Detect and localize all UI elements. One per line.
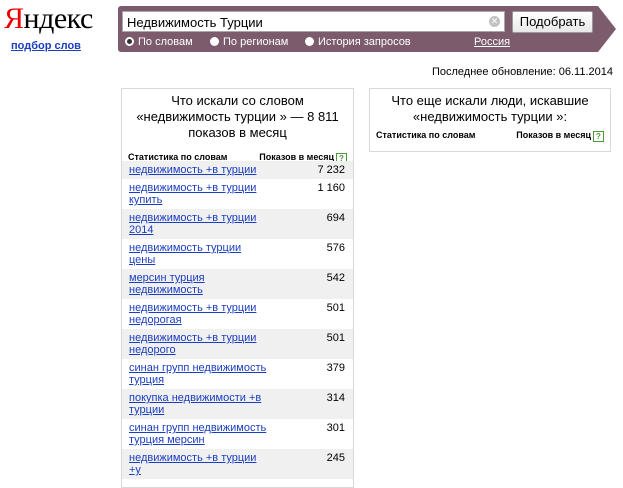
- search-bar-arrow: [598, 6, 616, 52]
- table-row: недвижимость +в турции 7 232: [122, 161, 353, 179]
- table-row: покупка недвижимости +в турции 314: [122, 389, 353, 419]
- searched-with-word-panel: Что искали со словом «недвижимость турци…: [121, 88, 354, 488]
- view-count: 314: [326, 392, 345, 404]
- view-count: 501: [326, 332, 345, 344]
- also-searched-panel: Что еще искали люди, искавшие «недвижимо…: [369, 88, 611, 152]
- table-row: недвижимость +в турции недорого 501: [122, 329, 353, 359]
- search-input[interactable]: [127, 13, 479, 31]
- panel-title: Что искали со словом «недвижимость турци…: [136, 93, 339, 140]
- keyword-link[interactable]: недвижимость +в турции недорого: [129, 332, 269, 356]
- view-count: 1 160: [317, 182, 345, 194]
- keyword-link[interactable]: недвижимость +в турции +у: [129, 452, 269, 476]
- column-header-stats: Статистика по словам: [376, 130, 476, 140]
- radio-label: По регионам: [223, 36, 289, 48]
- table-header: Статистика по словам Показов в месяц?: [370, 129, 610, 142]
- keyword-link[interactable]: мерсин турция недвижимость: [129, 272, 269, 296]
- clear-icon[interactable]: ✕: [489, 16, 500, 27]
- keyword-link[interactable]: недвижимость +в турции: [129, 164, 269, 176]
- radio-by-regions[interactable]: По регионам: [210, 36, 288, 49]
- view-count: 501: [326, 302, 345, 314]
- keyword-link[interactable]: недвижимость турции цены: [129, 242, 269, 266]
- view-count: 379: [326, 362, 345, 374]
- column-header-views-label: Показов в месяц: [516, 130, 591, 140]
- keyword-link[interactable]: синан групп недвижимость турция мерсин: [129, 422, 269, 446]
- panel-title: Что еще искали люди, искавшие «недвижимо…: [391, 93, 589, 124]
- logo-letter: Я: [4, 2, 24, 35]
- view-count: 245: [326, 452, 345, 464]
- help-icon[interactable]: ?: [593, 131, 604, 142]
- view-count: 542: [326, 272, 345, 284]
- table-row: мерсин турция недвижимость 542: [122, 269, 353, 299]
- keyword-link[interactable]: покупка недвижимости +в турции: [129, 392, 269, 416]
- view-count: 301: [326, 422, 345, 434]
- radio-query-history[interactable]: История запросов: [305, 36, 411, 49]
- table-row: недвижимость +в турции недорогая 501: [122, 299, 353, 329]
- table-row: синан групп недвижимость турция 379: [122, 359, 353, 389]
- radio-selected-icon: [125, 37, 134, 46]
- table-row: недвижимость +в турции +у 245: [122, 449, 353, 479]
- yandex-logo[interactable]: Яндекс: [4, 2, 93, 36]
- table-row: недвижимость +в турции 2014 694: [122, 209, 353, 239]
- region-link[interactable]: Россия: [474, 36, 510, 49]
- view-count: 7 232: [317, 164, 345, 176]
- last-updated: Последнее обновление: 06.11.2014: [431, 66, 613, 78]
- logo-text: ндекс: [23, 2, 94, 35]
- keyword-list: недвижимость +в турции 7 232 недвижимость…: [122, 161, 353, 479]
- column-header-views: Показов в месяц?: [516, 129, 604, 142]
- table-row: недвижимость турции цены 576: [122, 239, 353, 269]
- select-button[interactable]: Подобрать: [512, 11, 593, 33]
- keyword-link[interactable]: недвижимость +в турции купить: [129, 182, 269, 206]
- view-count: 694: [326, 212, 345, 224]
- keyword-link[interactable]: синан групп недвижимость турция: [129, 362, 269, 386]
- view-count: 576: [326, 242, 345, 254]
- keyword-link[interactable]: недвижимость +в турции 2014: [129, 212, 269, 236]
- table-row: недвижимость +в турции купить 1 160: [122, 179, 353, 209]
- radio-icon: [210, 37, 219, 46]
- radio-label: История запросов: [318, 36, 411, 48]
- search-box: ✕: [122, 11, 505, 32]
- word-selection-link[interactable]: подбор слов: [11, 40, 81, 52]
- table-row: синан групп недвижимость турция мерсин 30…: [122, 419, 353, 449]
- radio-icon: [305, 37, 314, 46]
- radio-by-words[interactable]: По словам: [125, 36, 193, 49]
- keyword-link[interactable]: недвижимость +в турции недорогая: [129, 302, 269, 326]
- radio-label: По словам: [138, 36, 193, 48]
